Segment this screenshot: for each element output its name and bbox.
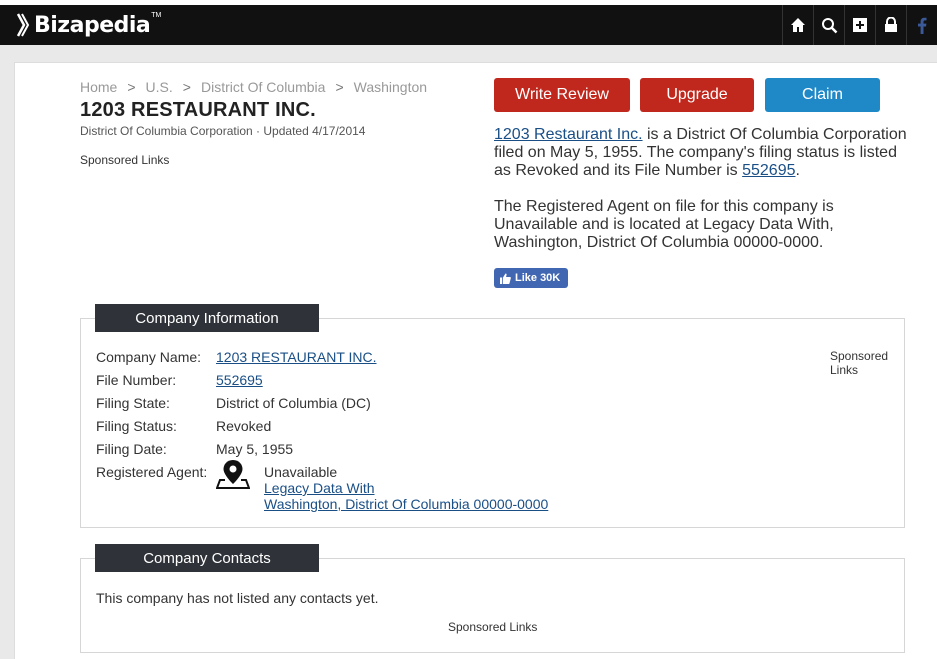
info-row-registered-agent: Registered Agent: Unavailable Legacy Dat… bbox=[96, 460, 548, 512]
header-nav bbox=[782, 5, 937, 45]
agent-address-link-line2[interactable]: Washington, District Of Columbia 00000-0… bbox=[264, 496, 548, 512]
facebook-like-button[interactable]: Like 30K bbox=[494, 268, 568, 288]
breadcrumb-home[interactable]: Home bbox=[80, 79, 117, 95]
registered-agent-details: Unavailable Legacy Data With Washington,… bbox=[264, 464, 548, 512]
company-name-value-link[interactable]: 1203 RESTAURANT INC. bbox=[216, 349, 377, 372]
map-pin-icon[interactable] bbox=[216, 458, 250, 490]
company-information-list: Company Name: 1203 RESTAURANT INC. File … bbox=[96, 349, 548, 512]
logo-text: Bizapedia bbox=[34, 12, 151, 38]
contacts-empty-message: This company has not listed any contacts… bbox=[96, 590, 379, 606]
company-contacts-heading: Company Contacts bbox=[95, 544, 319, 572]
company-information-heading: Company Information bbox=[95, 304, 319, 332]
facebook-icon[interactable] bbox=[906, 5, 937, 45]
info-label: Filing Date: bbox=[96, 441, 167, 457]
file-number-value-link[interactable]: 552695 bbox=[216, 372, 263, 395]
breadcrumb-separator: > bbox=[335, 79, 344, 95]
breadcrumb-separator: > bbox=[182, 79, 191, 95]
page-title: 1203 RESTAURANT INC. bbox=[80, 99, 316, 121]
add-icon[interactable] bbox=[844, 5, 875, 45]
thumbs-up-icon bbox=[500, 273, 511, 284]
home-icon[interactable] bbox=[782, 5, 813, 45]
breadcrumb: Home > U.S. > District Of Columbia > Washingto… bbox=[80, 79, 427, 95]
info-label: Company Name: bbox=[96, 349, 202, 365]
info-label: File Number: bbox=[96, 372, 177, 388]
breadcrumb-district[interactable]: District Of Columbia bbox=[201, 79, 325, 95]
breadcrumb-separator: > bbox=[127, 79, 136, 95]
sponsored-links-side: Sponsored Links bbox=[830, 349, 889, 377]
upgrade-button[interactable]: Upgrade bbox=[640, 78, 754, 112]
sponsored-links-label: Sponsored Links bbox=[80, 153, 170, 167]
logo-trademark: TM bbox=[151, 11, 162, 19]
description-paragraph-1: 1203 Restaurant Inc. is a District Of Co… bbox=[494, 126, 907, 179]
filing-status-value: Revoked bbox=[216, 418, 272, 434]
info-label: Registered Agent: bbox=[96, 464, 208, 480]
claim-button[interactable]: Claim bbox=[765, 78, 880, 112]
company-description: 1203 Restaurant Inc. is a District Of Co… bbox=[494, 126, 914, 252]
company-name-link[interactable]: 1203 Restaurant Inc. bbox=[494, 126, 643, 143]
breadcrumb-city[interactable]: Washington bbox=[354, 79, 427, 95]
like-count: Like 30K bbox=[515, 272, 561, 284]
lock-icon[interactable] bbox=[875, 5, 906, 45]
page-subtitle: District Of Columbia Corporation · Updat… bbox=[80, 124, 366, 138]
search-icon[interactable] bbox=[813, 5, 844, 45]
agent-name: Unavailable bbox=[264, 464, 338, 480]
info-row-filing-date: Filing Date: May 5, 1955 bbox=[96, 441, 548, 464]
info-row-filing-status: Filing Status: Revoked bbox=[96, 418, 548, 441]
filing-state-value: District of Columbia (DC) bbox=[216, 395, 371, 411]
info-row-file-number: File Number: 552695 bbox=[96, 372, 548, 395]
agent-address-link-line1[interactable]: Legacy Data With bbox=[264, 480, 548, 496]
description-paragraph-2: The Registered Agent on file for this co… bbox=[494, 198, 834, 251]
info-row-company-name: Company Name: 1203 RESTAURANT INC. bbox=[96, 349, 548, 372]
breadcrumb-us[interactable]: U.S. bbox=[146, 79, 173, 95]
info-label: Filing State: bbox=[96, 395, 170, 411]
sponsored-links-bottom: Sponsored Links bbox=[448, 620, 538, 634]
file-number-link[interactable]: 552695 bbox=[742, 162, 795, 179]
bizapedia-logo-icon bbox=[16, 13, 30, 37]
site-logo[interactable]: Bizapedia TM bbox=[14, 10, 161, 40]
info-label: Filing Status: bbox=[96, 418, 177, 434]
info-row-filing-state: Filing State: District of Columbia (DC) bbox=[96, 395, 548, 418]
write-review-button[interactable]: Write Review bbox=[494, 78, 630, 112]
